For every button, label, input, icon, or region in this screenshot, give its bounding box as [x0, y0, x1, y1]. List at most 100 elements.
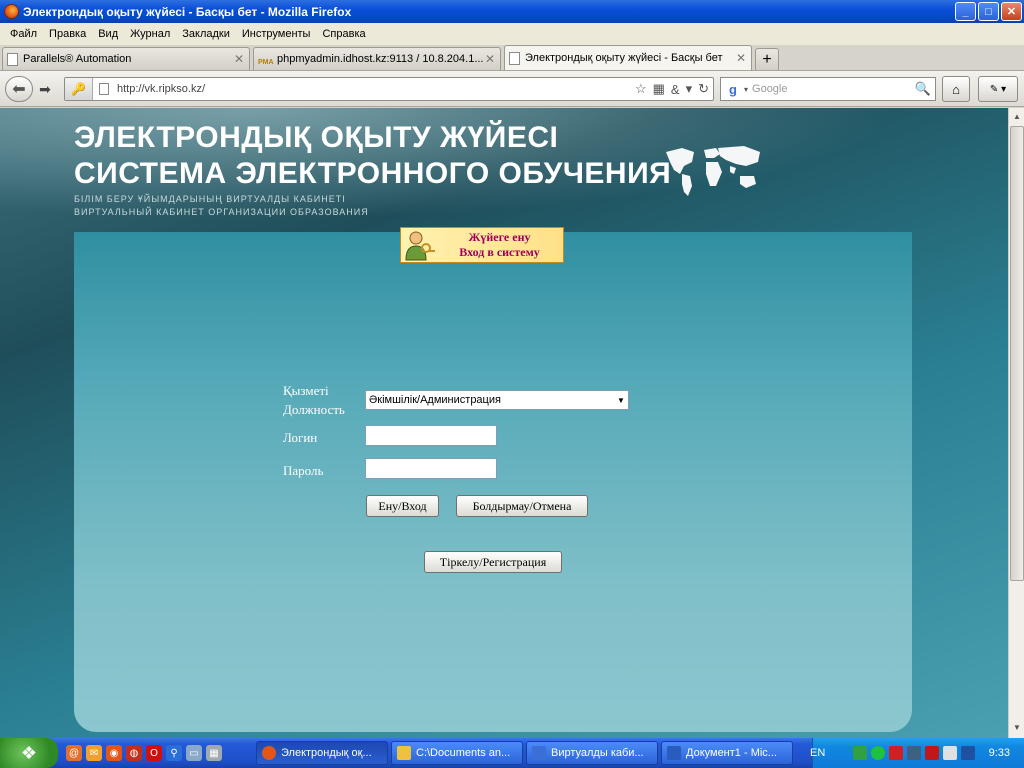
calculator-icon[interactable]: ▦ — [206, 745, 222, 761]
menu-history[interactable]: Журнал — [124, 28, 176, 40]
window-titlebar[interactable]: Электрондық оқыту жүйесі - Басқы бет - M… — [0, 0, 1024, 23]
tab-close-icon[interactable]: ✕ — [484, 52, 496, 66]
position-select-value: Әкімшілік/Администрация — [369, 394, 501, 406]
header-kz: ЭЛЕКТРОНДЫҚ ОҚЫТУ ЖҮЙЕСІ — [74, 121, 559, 154]
ampersand-icon[interactable]: & — [671, 82, 680, 97]
navigation-bar: ⬅ ➡ 🔑 http://vk.ripkso.kz/ ☆ ▦ & ▾ ↻ g ▾… — [0, 71, 1024, 107]
page-icon — [509, 51, 520, 65]
extension-button[interactable]: ✎ ▾ — [978, 76, 1018, 102]
cancel-button[interactable]: Болдырмау/Отмена — [456, 495, 588, 517]
password-input[interactable] — [365, 458, 497, 479]
menu-bar: Файл Правка Вид Журнал Закладки Инструме… — [0, 23, 1024, 45]
language-indicator[interactable]: EN — [810, 747, 825, 759]
home-icon: ⌂ — [952, 81, 960, 97]
skype-icon[interactable]: ⚲ — [166, 745, 182, 761]
reload-icon[interactable]: ↻ — [698, 81, 709, 97]
tab-close-icon[interactable]: ✕ — [735, 51, 747, 65]
window-title: Электрондық оқыту жүйесі - Басқы бет - M… — [23, 4, 352, 19]
tab-elearning[interactable]: Электрондық оқыту жүйесі - Басқы бет ✕ — [504, 45, 752, 70]
scroll-up-arrow-icon[interactable]: ▲ — [1010, 109, 1024, 125]
url-text[interactable]: http://vk.ripkso.kz/ — [117, 83, 635, 95]
chevron-down-icon[interactable]: ▼ — [614, 396, 628, 405]
browser-icon[interactable]: ◍ — [126, 745, 142, 761]
document-icon — [532, 746, 546, 760]
url-bar[interactable]: 🔑 http://vk.ripkso.kz/ ☆ ▦ & ▾ ↻ — [64, 77, 714, 101]
bookmark-star-icon[interactable]: ☆ — [635, 81, 647, 97]
login-panel — [74, 232, 912, 732]
firefox-icon — [262, 746, 276, 760]
new-tab-button[interactable]: + — [755, 48, 779, 70]
phpmyadmin-icon: PMA — [258, 58, 274, 66]
site-identity-key-icon[interactable]: 🔑 — [65, 78, 93, 100]
menu-help[interactable]: Справка — [316, 28, 371, 40]
task-virtual-cabinet[interactable]: Виртуалды каби... — [526, 741, 658, 765]
search-icon[interactable]: 🔍 — [915, 81, 935, 97]
search-input[interactable]: Google — [748, 83, 915, 95]
position-label-kz: Қызметі — [283, 383, 329, 398]
translate-icon[interactable]: ▦ — [653, 81, 665, 97]
task-word[interactable]: Документ1 - Mic... — [661, 741, 793, 765]
page-scrollbar[interactable]: ▲ ▼ — [1008, 108, 1024, 738]
login-badge: Жүйеге ену Вход в систему — [400, 227, 564, 263]
opera-icon[interactable]: O — [146, 745, 162, 761]
network-icon[interactable] — [853, 746, 867, 760]
tab-parallels[interactable]: Parallels® Automation ✕ — [2, 47, 250, 70]
clock[interactable]: 9:33 — [989, 747, 1010, 759]
firefox-icon[interactable]: ◉ — [106, 745, 122, 761]
close-button[interactable]: ✕ — [1001, 2, 1022, 21]
scroll-thumb[interactable] — [1010, 126, 1024, 581]
login-badge-ru: Вход в систему — [459, 245, 540, 259]
start-button[interactable]: ❖ — [0, 738, 58, 768]
taskbar: ❖ @ ✉ ◉ ◍ O ⚲ ▭ ▦ Электрондық оқ... C:\D… — [0, 738, 1024, 768]
page-icon — [7, 52, 18, 66]
task-label: Документ1 - Mic... — [686, 747, 777, 759]
monitor-icon[interactable] — [907, 746, 921, 760]
header-ru: СИСТЕМА ЭЛЕКТРОННОГО ОБУЧЕНИЯ — [74, 157, 672, 190]
volume-icon[interactable] — [943, 746, 957, 760]
page-content: ЭЛЕКТРОНДЫҚ ОҚЫТУ ЖҮЙЕСІ СИСТЕМА ЭЛЕКТРО… — [0, 108, 1008, 738]
tab-close-icon[interactable]: ✕ — [233, 52, 245, 66]
scroll-down-arrow-icon[interactable]: ▼ — [1010, 720, 1024, 736]
word-icon — [667, 746, 681, 760]
tab-phpmyadmin[interactable]: PMA phpmyadmin.idhost.kz:9113 / 10.8.204… — [253, 47, 501, 70]
pdf-icon[interactable] — [889, 746, 903, 760]
login-input[interactable] — [365, 425, 497, 446]
position-label-ru: Должность — [283, 402, 345, 417]
dropdown-arrow-icon[interactable]: ▾ — [686, 81, 693, 97]
login-badge-kz: Жүйеге ену — [468, 230, 531, 244]
login-label: Логин — [283, 430, 318, 445]
position-select[interactable]: Әкімшілік/Администрация ▼ — [365, 390, 629, 410]
tray-app-icon[interactable] — [961, 746, 975, 760]
tab-label: phpmyadmin.idhost.kz:9113 / 10.8.204.1..… — [277, 53, 484, 65]
menu-view[interactable]: Вид — [92, 28, 124, 40]
password-label: Пароль — [283, 463, 324, 478]
menu-edit[interactable]: Правка — [43, 28, 92, 40]
desktop-icon[interactable]: ▭ — [186, 745, 202, 761]
tab-label: Электрондық оқыту жүйесі - Басқы бет — [525, 52, 723, 64]
menu-file[interactable]: Файл — [4, 28, 43, 40]
minimize-button[interactable]: _ — [955, 2, 976, 21]
forward-button[interactable]: ➡ — [34, 76, 56, 102]
menu-bookmarks[interactable]: Закладки — [176, 28, 236, 40]
task-explorer[interactable]: C:\Documents an... — [391, 741, 523, 765]
back-button[interactable]: ⬅ — [5, 76, 33, 102]
windows-logo-icon: ❖ — [20, 742, 38, 763]
task-firefox[interactable]: Электрондық оқ... — [256, 741, 388, 765]
antivirus-icon[interactable] — [925, 746, 939, 760]
menu-tools[interactable]: Инструменты — [236, 28, 317, 40]
subheader-kz: БІЛІМ БЕРУ ҰЙЫМДАРЫНЫҢ ВИРТУАЛДЫ КАБИНЕТ… — [74, 194, 346, 204]
extension-icon: ✎ ▾ — [989, 83, 1007, 95]
system-tray: 9:33 — [812, 738, 1024, 768]
mail-client-icon[interactable]: ✉ — [86, 745, 102, 761]
arrow-left-icon: ⬅ — [12, 81, 26, 98]
home-button[interactable]: ⌂ — [942, 76, 970, 102]
email-icon[interactable]: @ — [66, 745, 82, 761]
google-icon[interactable]: g — [725, 81, 741, 97]
task-label: C:\Documents an... — [416, 747, 511, 759]
messenger-icon[interactable] — [871, 746, 885, 760]
enter-button[interactable]: Ену/Вход — [366, 495, 439, 517]
register-button[interactable]: Тіркелу/Регистрация — [424, 551, 562, 573]
maximize-button[interactable]: □ — [978, 2, 999, 21]
quick-launch: @ ✉ ◉ ◍ O ⚲ ▭ ▦ — [66, 745, 222, 761]
search-bar[interactable]: g ▾ Google 🔍 — [720, 77, 936, 101]
